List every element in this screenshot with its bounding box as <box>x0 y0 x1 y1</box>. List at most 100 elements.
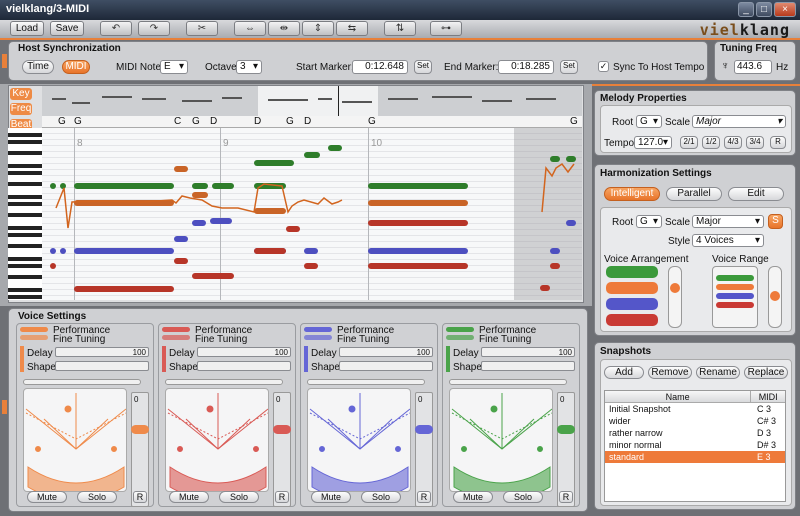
reset-button[interactable]: R <box>417 491 431 503</box>
tempo-field[interactable]: 127.0 <box>634 136 672 149</box>
overview-strip[interactable] <box>42 86 582 116</box>
snapshot-replace-button[interactable]: Replace <box>744 366 788 379</box>
sync-tempo-checkbox[interactable]: ✓ <box>598 61 609 72</box>
level-knob[interactable] <box>415 425 433 434</box>
tempo-double-button[interactable]: 2/1 <box>680 136 698 149</box>
freq-button[interactable]: Freq <box>10 103 32 115</box>
load-button[interactable]: Load <box>10 21 44 36</box>
tab-edit[interactable]: Edit <box>728 187 784 201</box>
pan-slider[interactable] <box>307 379 425 385</box>
chord-ruler[interactable]: G G C G D D G D G G <box>42 116 582 128</box>
pitch-move-icon[interactable]: ⇅ <box>384 21 416 36</box>
snapshot-row[interactable]: minor normal D# 3 <box>605 439 785 451</box>
solo-button[interactable]: Solo <box>77 491 117 503</box>
scissors-icon[interactable]: ✂ <box>186 21 218 36</box>
voice-shape-display[interactable] <box>307 388 411 492</box>
reset-button[interactable]: R <box>559 491 573 503</box>
shape-slider[interactable] <box>197 361 291 371</box>
mute-button[interactable]: Mute <box>27 491 67 503</box>
arrangement-slider[interactable] <box>668 266 682 328</box>
level-knob[interactable] <box>131 425 149 434</box>
reset-button[interactable]: R <box>275 491 289 503</box>
voice-color-strip <box>304 346 308 372</box>
tempo-4-3-button[interactable]: 4/3 <box>724 136 742 149</box>
level-knob[interactable] <box>273 425 291 434</box>
snapshot-add-button[interactable]: Add <box>604 366 644 379</box>
key-button[interactable]: Key <box>10 88 32 100</box>
tempo-3-4-button[interactable]: 3/4 <box>746 136 764 149</box>
harm-scale-select[interactable]: Major <box>692 215 764 228</box>
voice-range-display[interactable] <box>712 266 758 328</box>
tuning-freq-field[interactable]: 443.6 <box>734 60 772 74</box>
redo-icon[interactable]: ↷ <box>138 21 170 36</box>
end-marker-field[interactable]: 0:18.285 <box>498 60 554 74</box>
solo-button[interactable]: Solo <box>361 491 401 503</box>
melody-root-select[interactable]: G <box>636 115 662 128</box>
delay-slider[interactable]: 100 <box>481 347 575 357</box>
panel-collapse-arrow[interactable] <box>2 54 7 68</box>
start-marker-field[interactable]: 0:12.648 <box>352 60 408 74</box>
voice-arrangement-display[interactable] <box>606 266 658 328</box>
solo-button[interactable]: Solo <box>503 491 543 503</box>
close-button[interactable]: × <box>774 2 796 17</box>
snapshot-row[interactable]: rather narrow D 3 <box>605 427 785 439</box>
style-select[interactable]: 4 Voices <box>692 234 764 247</box>
snapshot-row[interactable]: wider C# 3 <box>605 415 785 427</box>
harm-root-select[interactable]: G <box>636 215 662 228</box>
voice-shape-display[interactable] <box>165 388 269 492</box>
stretch-vertical-icon[interactable]: ⇕ <box>302 21 334 36</box>
time-mode-button[interactable]: Time <box>22 60 54 74</box>
voice-level-meter[interactable]: 0 -00 <box>131 392 149 507</box>
panel-collapse-arrow[interactable] <box>2 400 7 414</box>
pan-slider[interactable] <box>449 379 567 385</box>
pan-slider[interactable] <box>165 379 283 385</box>
tempo-half-button[interactable]: 1/2 <box>702 136 720 149</box>
range-slider[interactable] <box>768 266 782 328</box>
undo-icon[interactable]: ↶ <box>100 21 132 36</box>
voice-level-meter[interactable]: 0 -00 <box>557 392 575 507</box>
maximize-button[interactable]: □ <box>756 2 772 17</box>
set-end-button[interactable]: Set <box>560 60 578 74</box>
shape-slider[interactable] <box>339 361 433 371</box>
voice-shape-display[interactable] <box>449 388 553 492</box>
pan-slider[interactable] <box>23 379 141 385</box>
voice-shape-display[interactable] <box>23 388 127 492</box>
shape-slider[interactable] <box>55 361 149 371</box>
save-button[interactable]: Save <box>50 21 84 36</box>
mute-button[interactable]: Mute <box>169 491 209 503</box>
octave-select[interactable]: 3 <box>236 60 262 74</box>
voice-level-meter[interactable]: 0 -00 <box>273 392 291 507</box>
reset-button[interactable]: R <box>133 491 147 503</box>
melody-scale-select[interactable]: Major <box>692 115 786 128</box>
minimize-button[interactable]: _ <box>738 2 754 17</box>
link-icon[interactable]: ⊶ <box>430 21 462 36</box>
piano-keys[interactable] <box>8 128 42 300</box>
compress-horizontal-icon[interactable]: ⇹ <box>268 21 300 36</box>
delay-slider[interactable]: 100 <box>197 347 291 357</box>
col-midi-header[interactable]: MIDI <box>751 391 785 402</box>
tab-intelligent[interactable]: Intelligent <box>604 187 660 201</box>
delay-slider[interactable]: 100 <box>339 347 433 357</box>
set-start-button[interactable]: Set <box>414 60 432 74</box>
snapshot-remove-button[interactable]: Remove <box>648 366 692 379</box>
glue-icon[interactable]: ⇆ <box>336 21 368 36</box>
midi-mode-button[interactable]: MIDI <box>62 60 90 74</box>
tab-parallel[interactable]: Parallel <box>666 187 722 201</box>
snapshot-rename-button[interactable]: Rename <box>696 366 740 379</box>
snapshot-row[interactable]: Initial Snapshot C 3 <box>605 403 785 415</box>
snapshot-row[interactable]: standard E 3 <box>605 451 785 463</box>
solo-button[interactable]: Solo <box>219 491 259 503</box>
mute-button[interactable]: Mute <box>311 491 351 503</box>
mute-button[interactable]: Mute <box>453 491 493 503</box>
piano-roll[interactable]: 8 9 10 <box>42 128 582 300</box>
scale-s-button[interactable]: S <box>768 214 783 229</box>
stretch-horizontal-icon[interactable]: ⇔ <box>234 21 266 36</box>
midi-note-select[interactable]: E <box>160 60 188 74</box>
voice-level-meter[interactable]: 0 -00 <box>415 392 433 507</box>
level-knob[interactable] <box>557 425 575 434</box>
chord-label: D <box>210 116 218 127</box>
shape-slider[interactable] <box>481 361 575 371</box>
delay-slider[interactable]: 100 <box>55 347 149 357</box>
col-name-header[interactable]: Name <box>605 391 752 402</box>
tempo-reset-button[interactable]: R <box>770 136 786 149</box>
